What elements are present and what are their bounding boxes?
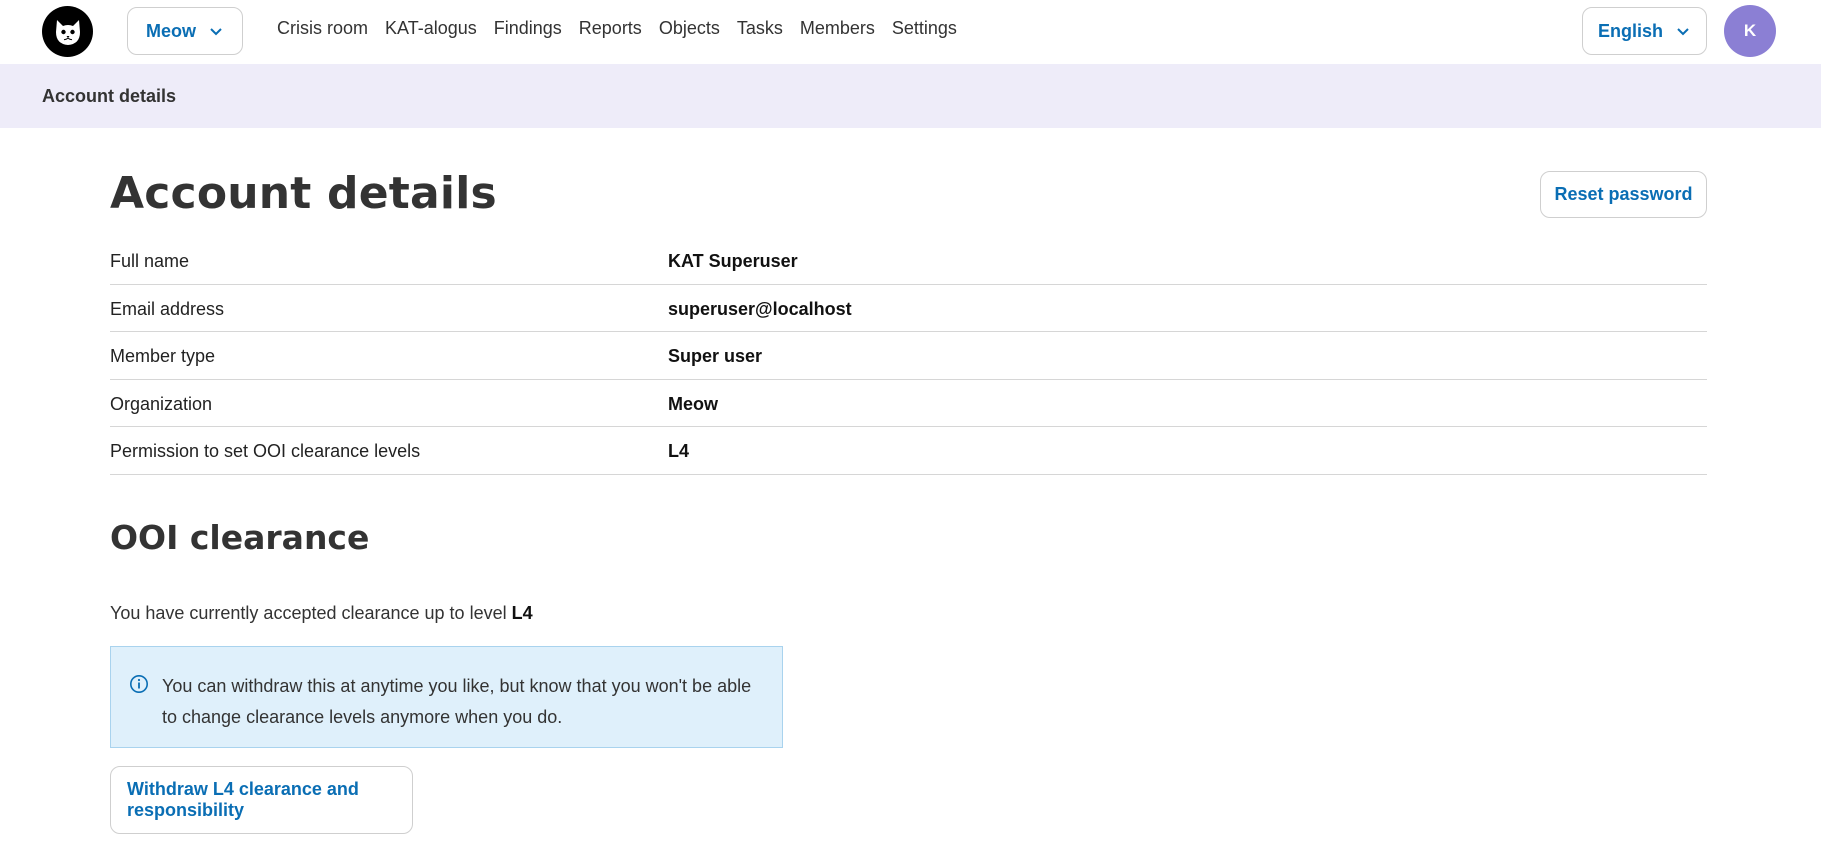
- detail-label: Member type: [110, 346, 216, 366]
- breadcrumb-bar: Account details: [0, 64, 1821, 128]
- account-details-table: Full name KAT Superuser Email address su…: [110, 237, 1707, 475]
- nav-settings[interactable]: Settings: [892, 18, 957, 39]
- main-nav: Crisis room KAT-alogus Findings Reports …: [277, 18, 957, 39]
- organization-select-label: Meow: [145, 20, 196, 41]
- table-row: Email address superuser@localhost: [110, 285, 1707, 332]
- detail-label: Email address: [110, 298, 225, 319]
- nav-katalogus[interactable]: KAT-alogus: [385, 18, 477, 39]
- clearance-level: L4: [511, 603, 533, 623]
- language-select-label: English: [1597, 20, 1663, 41]
- table-row: Member type Super user: [110, 332, 1707, 380]
- language-select[interactable]: English: [1582, 7, 1707, 55]
- nav-findings[interactable]: Findings: [494, 18, 562, 39]
- table-row: Full name KAT Superuser: [110, 237, 1707, 285]
- detail-label: Permission to set OOI clearance levels: [110, 441, 421, 461]
- user-avatar[interactable]: K: [1724, 5, 1776, 57]
- chevron-down-icon: [1677, 28, 1689, 36]
- top-navigation-bar: Meow Crisis room KAT-alogus Findings Rep…: [0, 0, 1821, 64]
- organization-select[interactable]: Meow: [127, 7, 243, 55]
- clearance-status-text: You have currently accepted clearance up…: [110, 603, 533, 624]
- reset-password-button[interactable]: Reset password: [1540, 171, 1707, 218]
- ooi-clearance-heading: OOI clearance: [110, 518, 370, 557]
- clearance-status-label: You have currently accepted clearance up…: [110, 603, 507, 623]
- breadcrumb[interactable]: Account details: [42, 86, 176, 107]
- cat-face-icon: [55, 19, 80, 45]
- info-notice: You can withdraw this at anytime you lik…: [110, 646, 783, 748]
- detail-value: L4: [668, 441, 690, 461]
- page-title: Account details: [110, 168, 497, 219]
- detail-label: Full name: [110, 251, 190, 271]
- cat-logo-icon[interactable]: [42, 6, 93, 57]
- withdraw-clearance-button[interactable]: Withdraw L4 clearance and responsibility: [110, 766, 413, 834]
- detail-value: KAT Superuser: [668, 251, 798, 271]
- detail-value: Super user: [668, 346, 763, 366]
- info-notice-text: You can withdraw this at anytime you lik…: [162, 676, 752, 727]
- detail-label: Organization: [110, 393, 213, 414]
- nav-members[interactable]: Members: [800, 18, 875, 39]
- detail-value: Meow: [668, 393, 719, 414]
- nav-reports[interactable]: Reports: [579, 18, 642, 39]
- table-row: Permission to set OOI clearance levels L…: [110, 427, 1707, 475]
- info-icon: [130, 675, 148, 693]
- detail-value: superuser@localhost: [668, 298, 852, 319]
- table-row: Organization Meow: [110, 380, 1707, 427]
- chevron-down-icon: [210, 28, 222, 36]
- nav-tasks[interactable]: Tasks: [737, 18, 783, 39]
- nav-crisis-room[interactable]: Crisis room: [277, 18, 368, 39]
- nav-objects[interactable]: Objects: [659, 18, 720, 39]
